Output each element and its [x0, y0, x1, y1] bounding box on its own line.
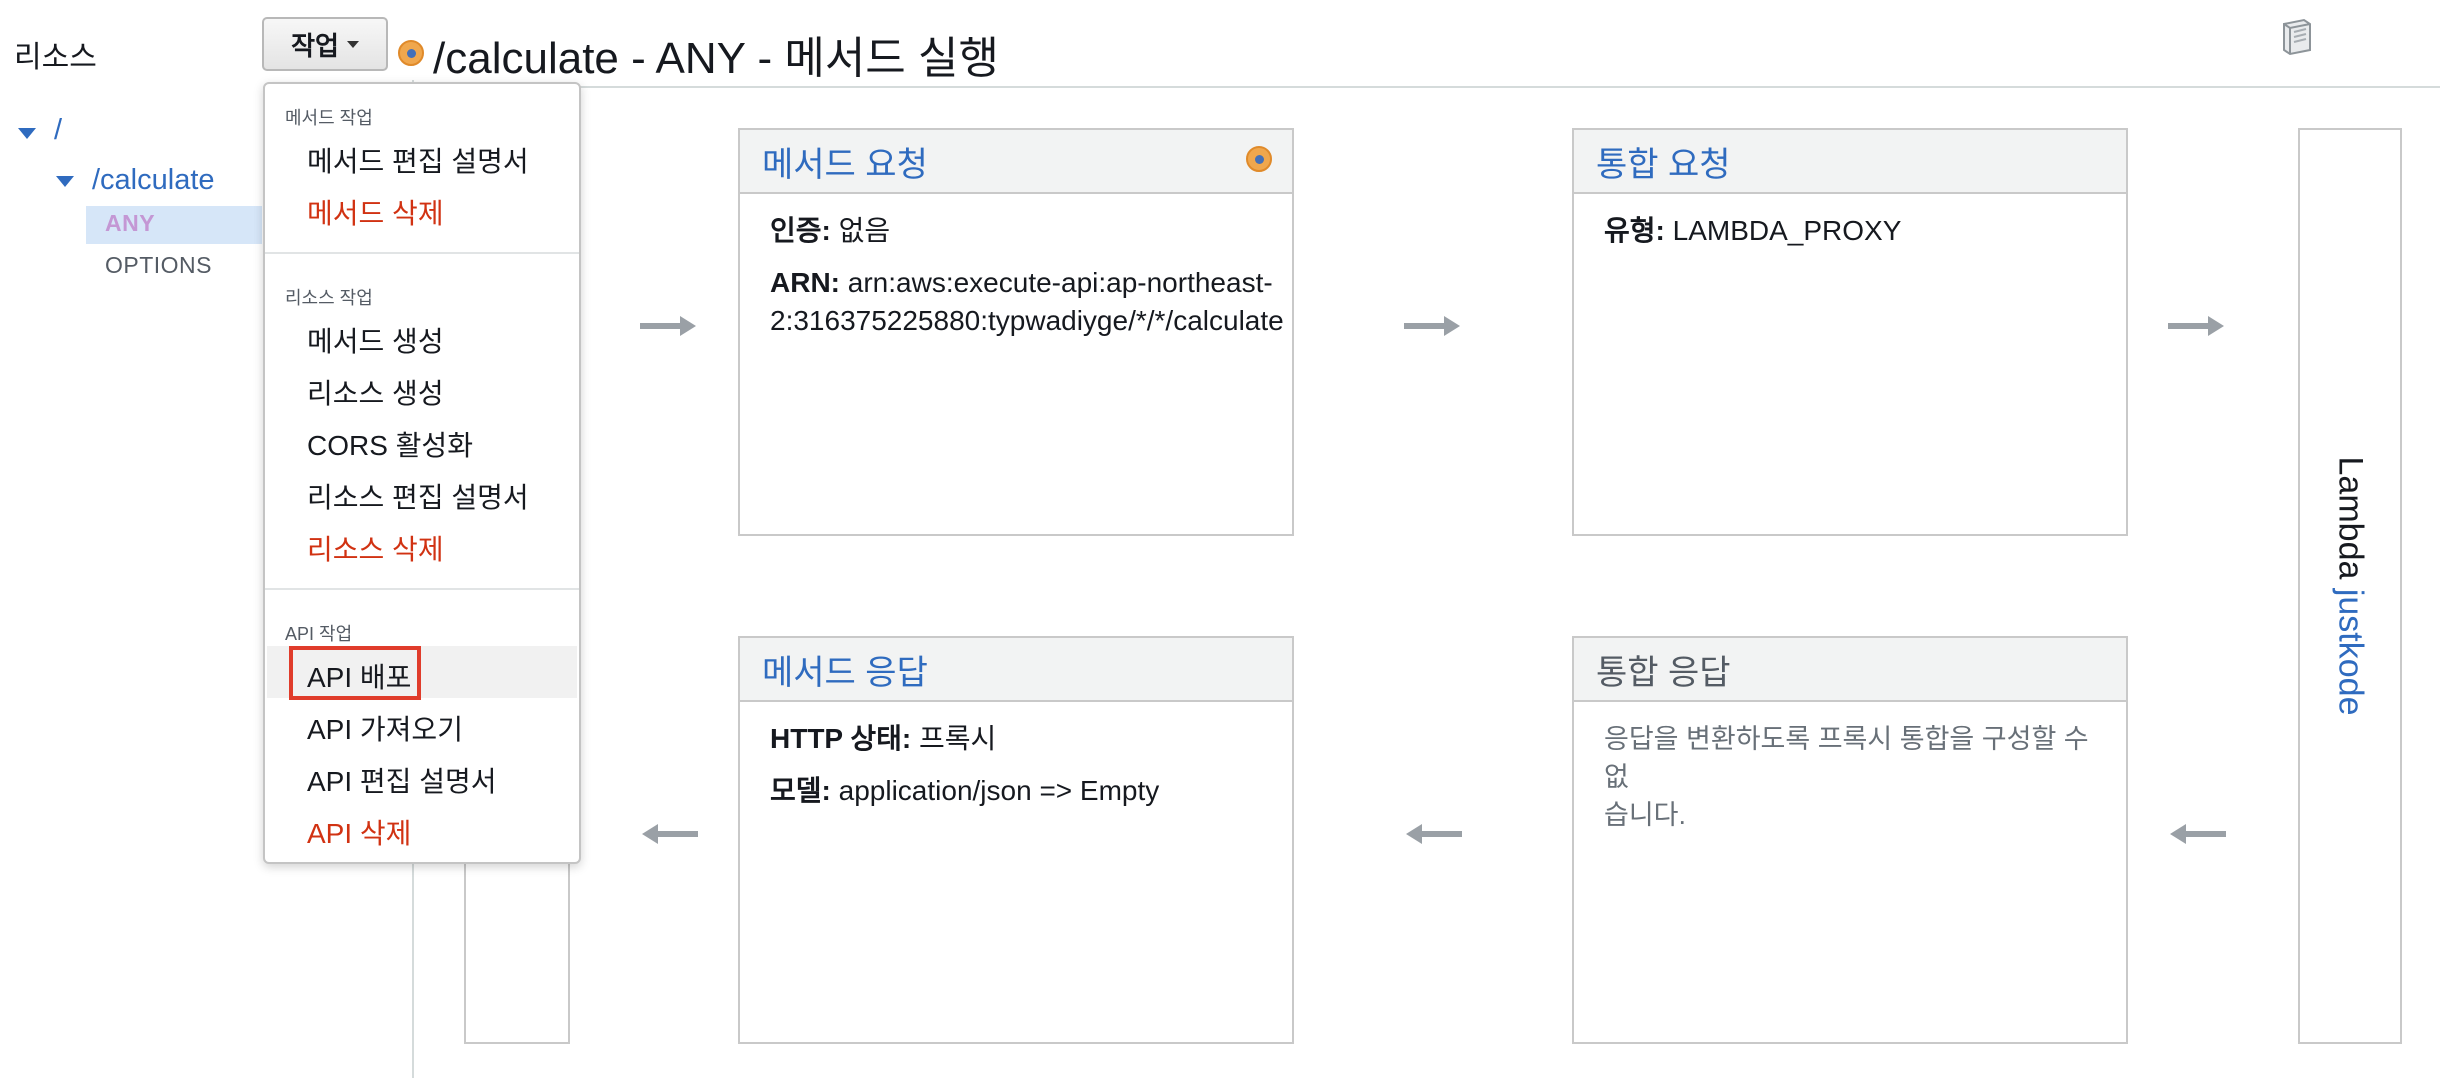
menu-item-delete-api[interactable]: API 삭제 — [307, 812, 411, 852]
menu-item-deploy-api[interactable]: API 배포 — [307, 656, 411, 696]
expand-root-icon[interactable] — [18, 128, 36, 139]
menu-group-method-actions: 메서드 작업 — [285, 108, 373, 128]
arrow-left-icon — [1406, 824, 1462, 844]
method-request-header[interactable]: 메서드 요청 — [740, 130, 1292, 194]
method-status-icon — [398, 40, 424, 66]
chevron-down-icon — [346, 40, 359, 48]
expand-calculate-icon[interactable] — [56, 176, 74, 187]
integration-response-header: 통합 응답 — [1574, 638, 2126, 702]
arn-value-line1: arn:aws:execute-api:ap-northeast- — [847, 267, 1273, 298]
arn-label: ARN: — [770, 267, 840, 298]
lambda-label: Lambda — [2331, 456, 2370, 580]
menu-group-api-actions: API 작업 — [285, 624, 353, 644]
arrow-left-icon — [642, 824, 698, 844]
integration-request-title[interactable]: 통합 요청 — [1596, 137, 1731, 186]
arrow-right-icon — [1404, 316, 1460, 336]
page-title: /calculate - ANY - 메서드 실행 — [433, 34, 999, 83]
method-request-title[interactable]: 메서드 요청 — [762, 137, 928, 186]
menu-separator — [265, 588, 579, 590]
arrow-right-icon — [640, 316, 696, 336]
menu-item-delete-resource[interactable]: 리소스 삭제 — [307, 528, 444, 568]
menu-item-edit-resource-docs[interactable]: 리소스 편집 설명서 — [307, 476, 529, 516]
menu-item-import-api[interactable]: API 가져오기 — [307, 708, 463, 748]
tree-node-calculate[interactable]: /calculate — [92, 164, 215, 197]
menu-item-edit-method-docs[interactable]: 메서드 편집 설명서 — [307, 140, 529, 180]
http-status-value: 프록시 — [919, 723, 997, 754]
auth-value: 없음 — [838, 215, 891, 246]
tree-method-any[interactable]: ANY — [105, 210, 155, 237]
sidebar-title: 리소스 — [14, 41, 97, 74]
integration-response-card: 통합 응답 응답을 변환하도록 프록시 통합을 구성할 수 없습니다. — [1572, 636, 2128, 1044]
menu-item-delete-method[interactable]: 메서드 삭제 — [307, 192, 444, 232]
integration-response-title: 통합 응답 — [1596, 653, 1731, 692]
integration-request-header[interactable]: 통합 요청 — [1574, 130, 2126, 194]
arrow-left-icon — [2170, 824, 2226, 844]
menu-item-enable-cors[interactable]: CORS 활성화 — [307, 424, 473, 464]
header-divider — [420, 86, 2440, 88]
tree-node-root[interactable]: / — [54, 114, 62, 147]
menu-separator — [265, 252, 579, 254]
actions-label: 작업 — [291, 30, 339, 61]
integration-response-message-line1: 응답을 변환하도록 프록시 통합을 구성할 수 없 — [1604, 724, 2089, 792]
http-status-label: HTTP 상태: — [770, 723, 912, 754]
model-value: application/json => Empty — [838, 775, 1160, 806]
method-request-card[interactable]: 메서드 요청 인증: 없음 ARN: arn:aws:execute-api:a… — [738, 128, 1294, 536]
integration-response-message-line2: 습니다. — [1604, 800, 1687, 830]
book-icon[interactable] — [2276, 16, 2316, 56]
menu-group-resource-actions: 리소스 작업 — [285, 288, 373, 308]
integration-request-card[interactable]: 통합 요청 유형: LAMBDA_PROXY — [1572, 128, 2128, 536]
method-response-header[interactable]: 메서드 응답 — [740, 638, 1292, 702]
arrow-right-icon — [2168, 316, 2224, 336]
arn-value-line2: 2:316375225880:typwadiyge/*/*/calculate — [770, 305, 1284, 336]
actions-button[interactable]: 작업 — [262, 17, 388, 71]
model-label: 모델: — [770, 775, 831, 806]
tree-method-options[interactable]: OPTIONS — [105, 252, 212, 279]
method-response-title[interactable]: 메서드 응답 — [762, 645, 928, 694]
menu-item-create-resource[interactable]: 리소스 생성 — [307, 372, 444, 412]
auth-label: 인증: — [770, 215, 831, 246]
method-request-status-icon — [1246, 146, 1272, 172]
actions-dropdown-menu: 메서드 작업 메서드 편집 설명서 메서드 삭제 리소스 작업 메서드 생성 리… — [263, 82, 581, 864]
type-label: 유형: — [1604, 215, 1665, 246]
lambda-box[interactable]: Lambda justkode — [2298, 128, 2402, 1044]
menu-item-edit-api-docs[interactable]: API 편집 설명서 — [307, 760, 497, 800]
method-response-card[interactable]: 메서드 응답 HTTP 상태: 프록시 모델: application/json… — [738, 636, 1294, 1044]
type-value: LAMBDA_PROXY — [1672, 215, 1902, 246]
lambda-function-link[interactable]: justkode — [2332, 589, 2370, 716]
menu-item-create-method[interactable]: 메서드 생성 — [307, 320, 444, 360]
